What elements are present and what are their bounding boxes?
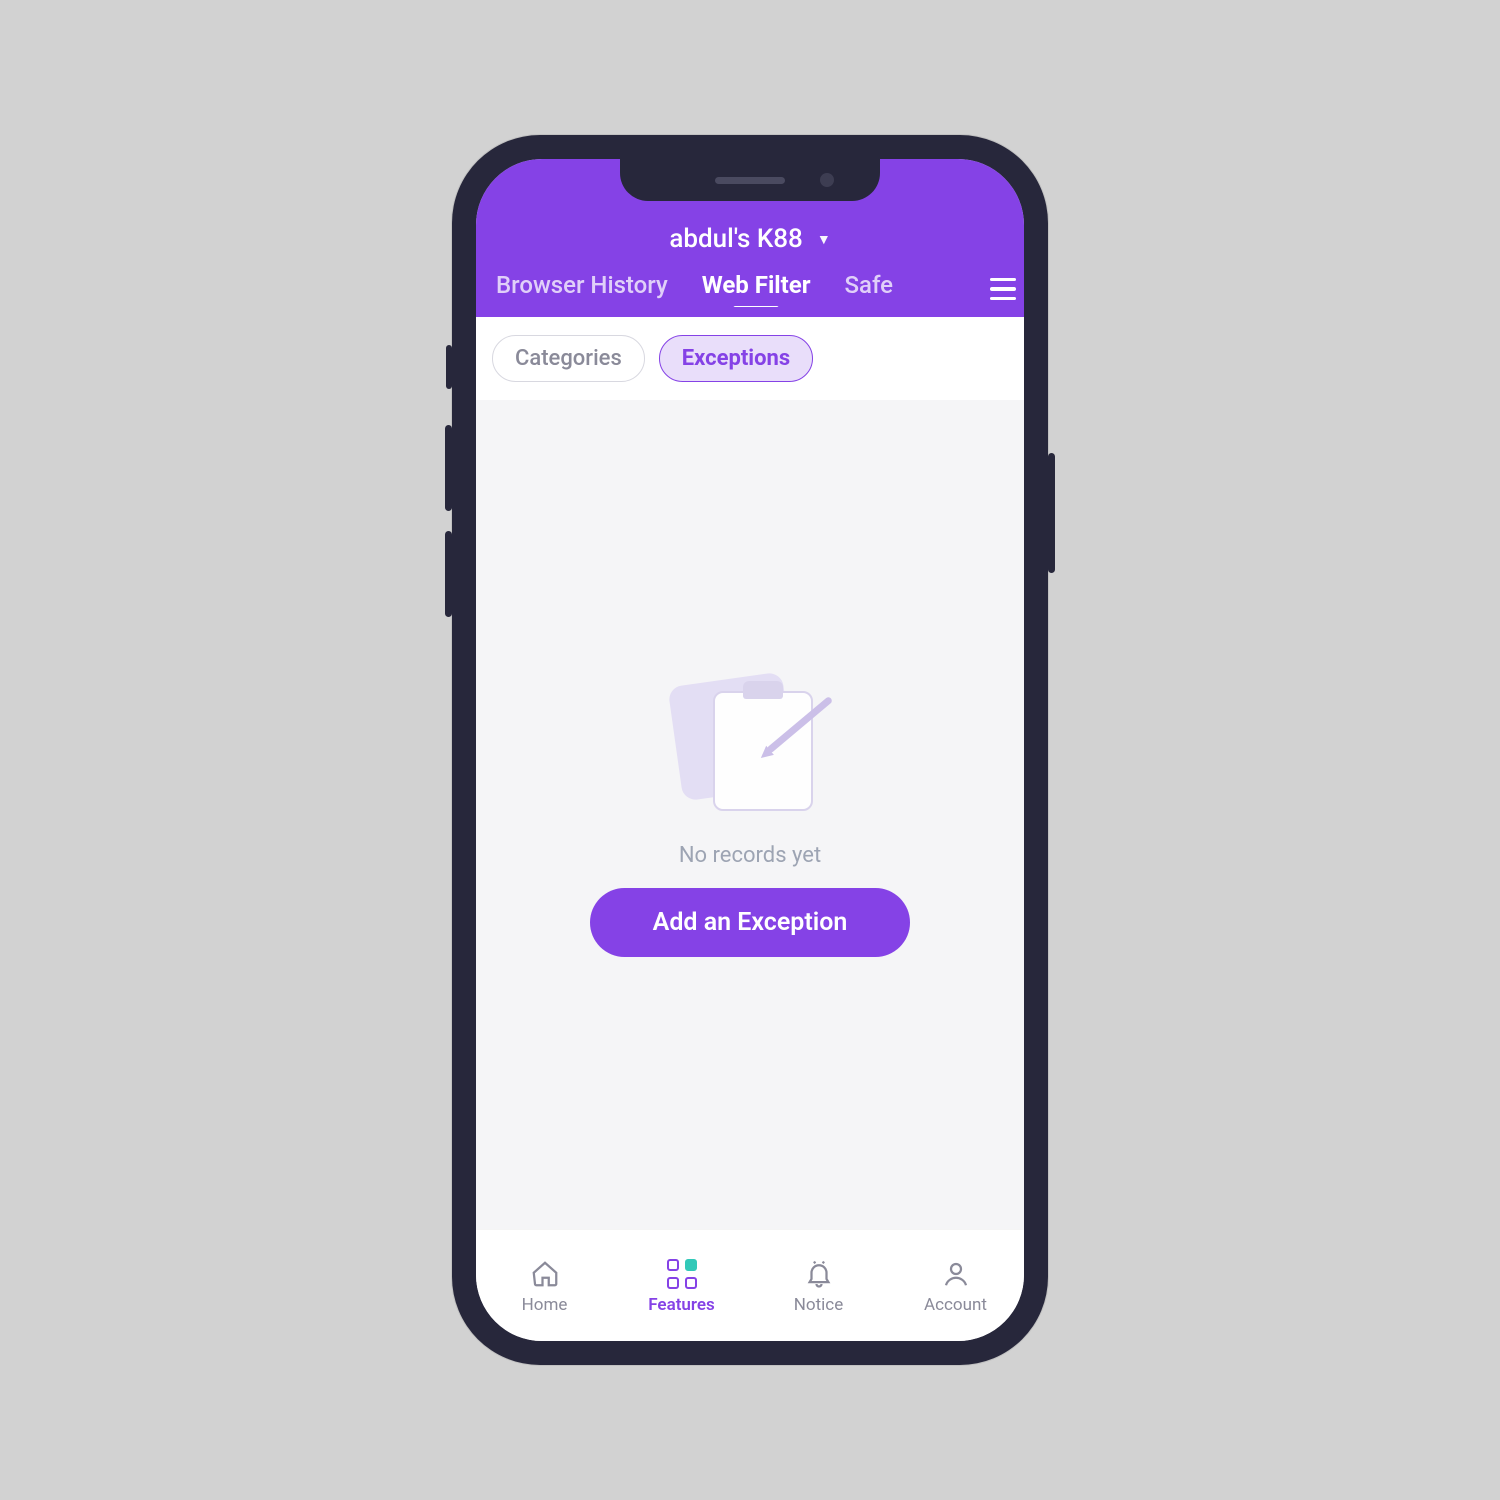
device-name: abdul's K88 — [669, 224, 802, 254]
empty-state-illustration — [665, 673, 835, 823]
pill-exceptions[interactable]: Exceptions — [659, 335, 813, 382]
nav-notice[interactable]: Notice — [764, 1257, 874, 1315]
side-mute-switch[interactable] — [446, 345, 452, 389]
main-content: No records yet Add an Exception — [476, 400, 1024, 1229]
filter-pill-bar: Categories Exceptions — [476, 317, 1024, 400]
account-icon — [939, 1257, 973, 1291]
tab-web-filter[interactable]: Web Filter — [702, 271, 811, 307]
nav-home[interactable]: Home — [490, 1257, 600, 1315]
front-camera — [820, 173, 834, 187]
add-exception-button[interactable]: Add an Exception — [590, 888, 910, 957]
nav-features[interactable]: Features — [627, 1257, 737, 1315]
device-selector[interactable]: abdul's K88 ▼ — [476, 217, 1024, 261]
nav-label: Features — [648, 1295, 715, 1315]
side-volume-down[interactable] — [445, 531, 452, 617]
side-power-button[interactable] — [1048, 453, 1055, 573]
speaker-grille — [715, 177, 785, 184]
tab-browser-history[interactable]: Browser History — [496, 271, 668, 307]
notch — [620, 159, 880, 201]
top-tabs: Browser History Web Filter Safe — [496, 271, 970, 307]
pill-categories[interactable]: Categories — [492, 335, 645, 382]
nav-account[interactable]: Account — [901, 1257, 1011, 1315]
nav-label: Home — [522, 1295, 568, 1315]
side-volume-up[interactable] — [445, 425, 452, 511]
tab-safe[interactable]: Safe — [845, 271, 894, 307]
nav-label: Notice — [794, 1295, 843, 1315]
empty-state-text: No records yet — [679, 843, 821, 868]
screen: abdul's K88 ▼ Browser History Web Filter… — [476, 159, 1024, 1341]
hamburger-menu-icon[interactable] — [976, 269, 1016, 309]
features-icon — [665, 1257, 699, 1291]
home-icon — [528, 1257, 562, 1291]
phone-frame: abdul's K88 ▼ Browser History Web Filter… — [452, 135, 1048, 1365]
bell-icon — [802, 1257, 836, 1291]
nav-label: Account — [924, 1295, 987, 1315]
bottom-nav: Home Features No — [476, 1229, 1024, 1341]
caret-down-icon: ▼ — [817, 231, 831, 248]
